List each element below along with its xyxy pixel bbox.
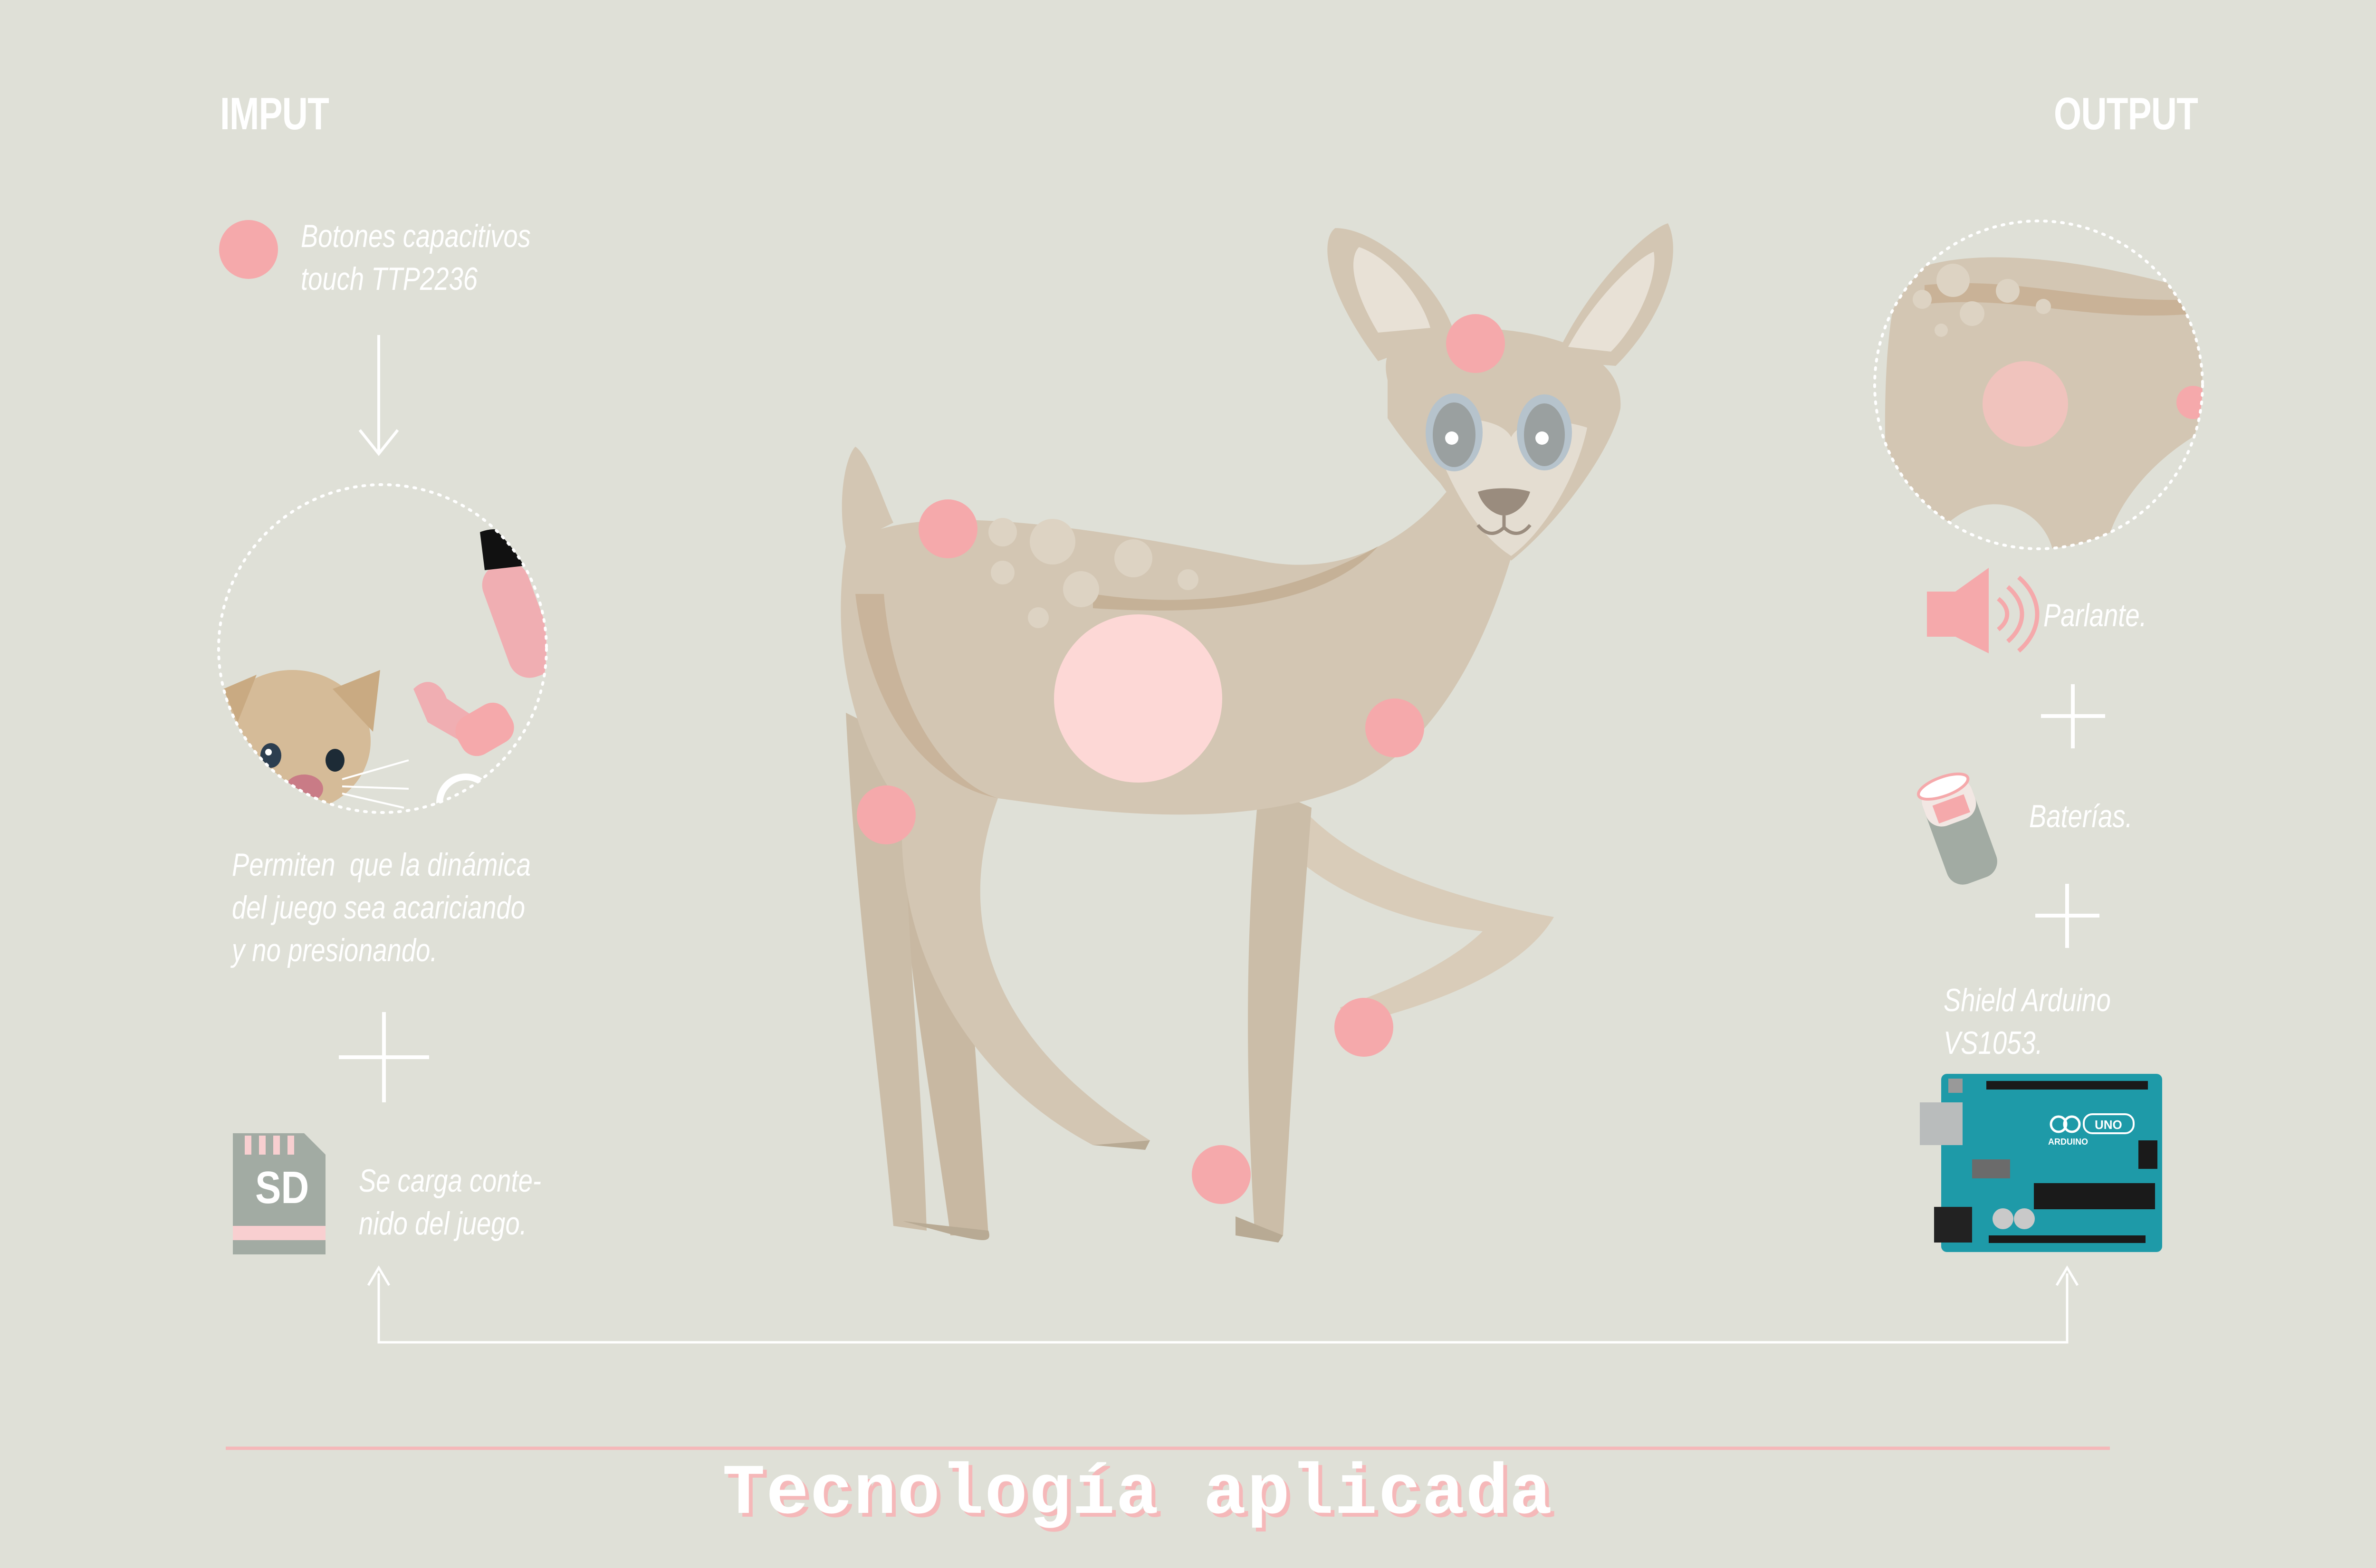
battery-label: Baterías.: [2029, 798, 2133, 834]
arduino-brand-text: ARDUINO: [2048, 1137, 2088, 1147]
plus-icon: [2035, 884, 2099, 948]
input-description: Permiten que la dinámica del juego sea a…: [232, 847, 531, 968]
speaker-icon: [1927, 568, 2040, 653]
sensor-dot-icon: [219, 220, 278, 279]
infographic-page: { "input": { "heading": "IMPUT", "sensor…: [0, 0, 2376, 1568]
touch-point-rear-leg: [857, 785, 916, 844]
connector-line: [367, 1265, 2079, 1344]
plus-icon: [2041, 684, 2105, 748]
shield-label: Shield Arduino VS1053.: [1944, 982, 2111, 1061]
arrow-down-icon: [358, 335, 399, 456]
touch-point-back-hoof: [1192, 1145, 1251, 1204]
arduino-board-icon: [1920, 1074, 2162, 1252]
touch-point-belly: [1054, 614, 1222, 783]
touch-point-back: [919, 499, 977, 558]
page-title: Tecnología aplicada: [722, 1454, 1553, 1535]
arduino-model-text: UNO: [2095, 1118, 2122, 1132]
sd-card-text: SD: [255, 1162, 309, 1213]
sensor-label: Botones capacitivos touch TTP2236: [301, 218, 531, 297]
speaker-label: Parlante.: [2043, 597, 2147, 633]
deer-closeup-icon: [1873, 220, 2204, 550]
sd-label: Se carga conte- nido del juego.: [359, 1163, 542, 1242]
plus-icon: [339, 1012, 429, 1102]
input-heading: IMPUT: [220, 88, 329, 139]
deer-illustration: [841, 223, 1673, 1243]
petting-illustration-icon: [217, 483, 548, 814]
touch-point-front-hoof: [1334, 998, 1393, 1057]
touch-point-head: [1446, 314, 1505, 373]
output-heading: OUTPUT: [2054, 88, 2198, 139]
battery-icon: [1917, 772, 1997, 885]
touch-point-chest: [1365, 698, 1424, 757]
